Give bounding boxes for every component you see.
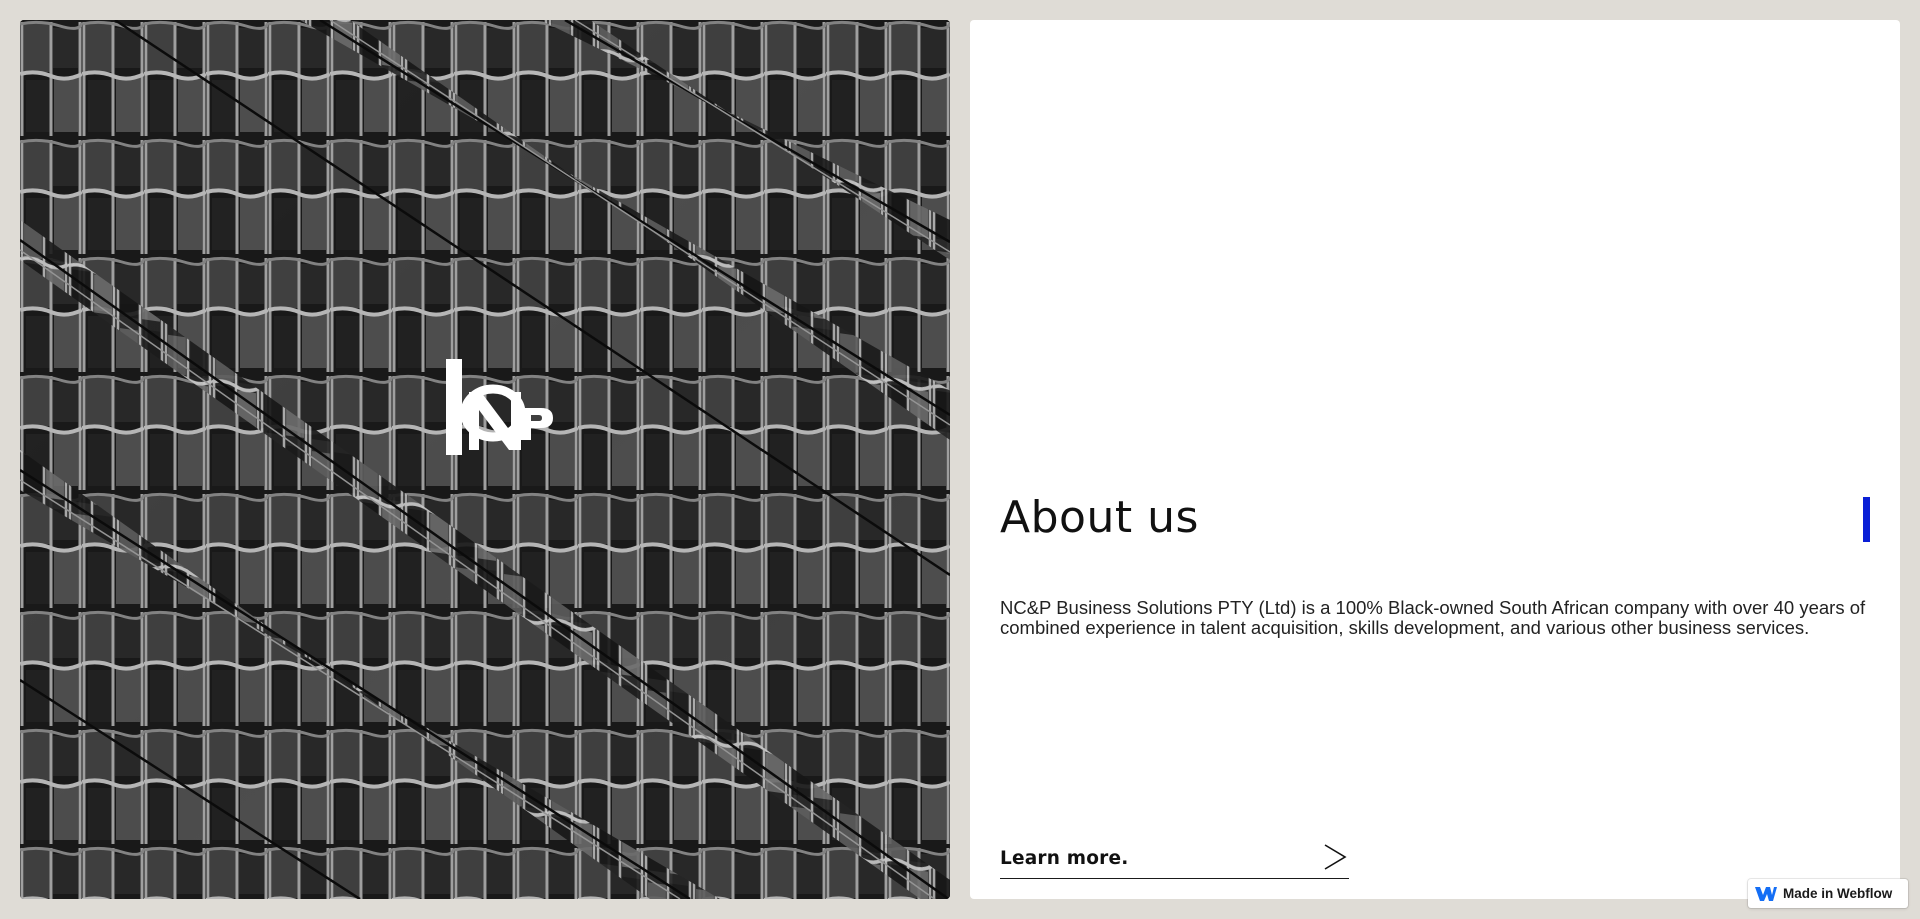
webflow-badge-label: Made in Webflow xyxy=(1783,886,1893,901)
learn-more-link[interactable]: Learn more. xyxy=(1000,844,1349,879)
ncp-logo xyxy=(425,358,565,464)
chevron-right-icon xyxy=(1324,844,1347,870)
hero-image-panel xyxy=(20,20,950,899)
accent-bar xyxy=(1863,497,1870,542)
made-in-webflow-badge[interactable]: Made in Webflow xyxy=(1748,879,1908,908)
about-title: About us xyxy=(1000,492,1199,543)
learn-more-label: Learn more. xyxy=(1000,848,1129,869)
about-card: About us NC&P Business Solutions PTY (Lt… xyxy=(970,20,1900,899)
webflow-logo-icon xyxy=(1755,886,1777,901)
about-description: NC&P Business Solutions PTY (Ltd) is a 1… xyxy=(1000,597,1866,638)
